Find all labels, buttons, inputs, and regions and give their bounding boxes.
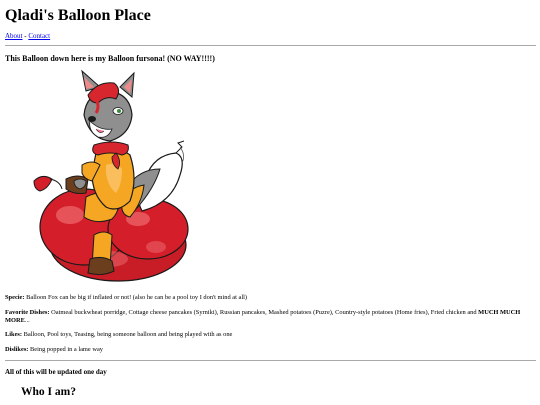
dislikes-label: Dislikes:: [5, 346, 29, 353]
divider-top: [5, 45, 536, 46]
dislikes-value: Being popped in a lame way: [30, 346, 103, 353]
specie-value: Balloon Fox can be big if inflated or no…: [26, 294, 248, 301]
specie-label: Specie:: [5, 294, 25, 301]
nav-separator: -: [24, 32, 27, 40]
likes-value: Balloon, Pool toys, Teasing, being someo…: [23, 331, 233, 338]
nav-links: About - Contact: [5, 32, 50, 41]
intro-heading: This Balloon down here is my Balloon fur…: [5, 54, 215, 63]
dislikes-line: Dislikes: Being popped in a lame way: [5, 346, 533, 354]
likes-label: Likes:: [5, 331, 23, 338]
dishes-suffix: ...: [24, 317, 30, 324]
specie-line: Specie: Balloon Fox can be big if inflat…: [5, 294, 533, 302]
who-heading: Who I am?: [21, 386, 76, 398]
divider-bottom: [5, 360, 536, 361]
site-title: Qladi's Balloon Place: [5, 7, 151, 24]
dishes-line: Favorite Dishes: Oatmeal buckwheat porri…: [5, 309, 533, 325]
fursona-image: [33, 69, 189, 282]
update-note: All of this will be updated one day: [5, 368, 107, 376]
about-link[interactable]: About: [5, 32, 23, 40]
dishes-label: Favorite Dishes:: [5, 309, 50, 316]
likes-line: Likes: Balloon, Pool toys, Teasing, bein…: [5, 331, 533, 339]
dishes-value: Oatmeal buckwheat porridge, Cottage chee…: [51, 309, 477, 316]
balloon-knot: [33, 175, 63, 192]
page: Qladi's Balloon Place About - Contact Th…: [0, 0, 540, 405]
fox-head: [81, 69, 135, 142]
contact-link[interactable]: Contact: [28, 32, 50, 40]
